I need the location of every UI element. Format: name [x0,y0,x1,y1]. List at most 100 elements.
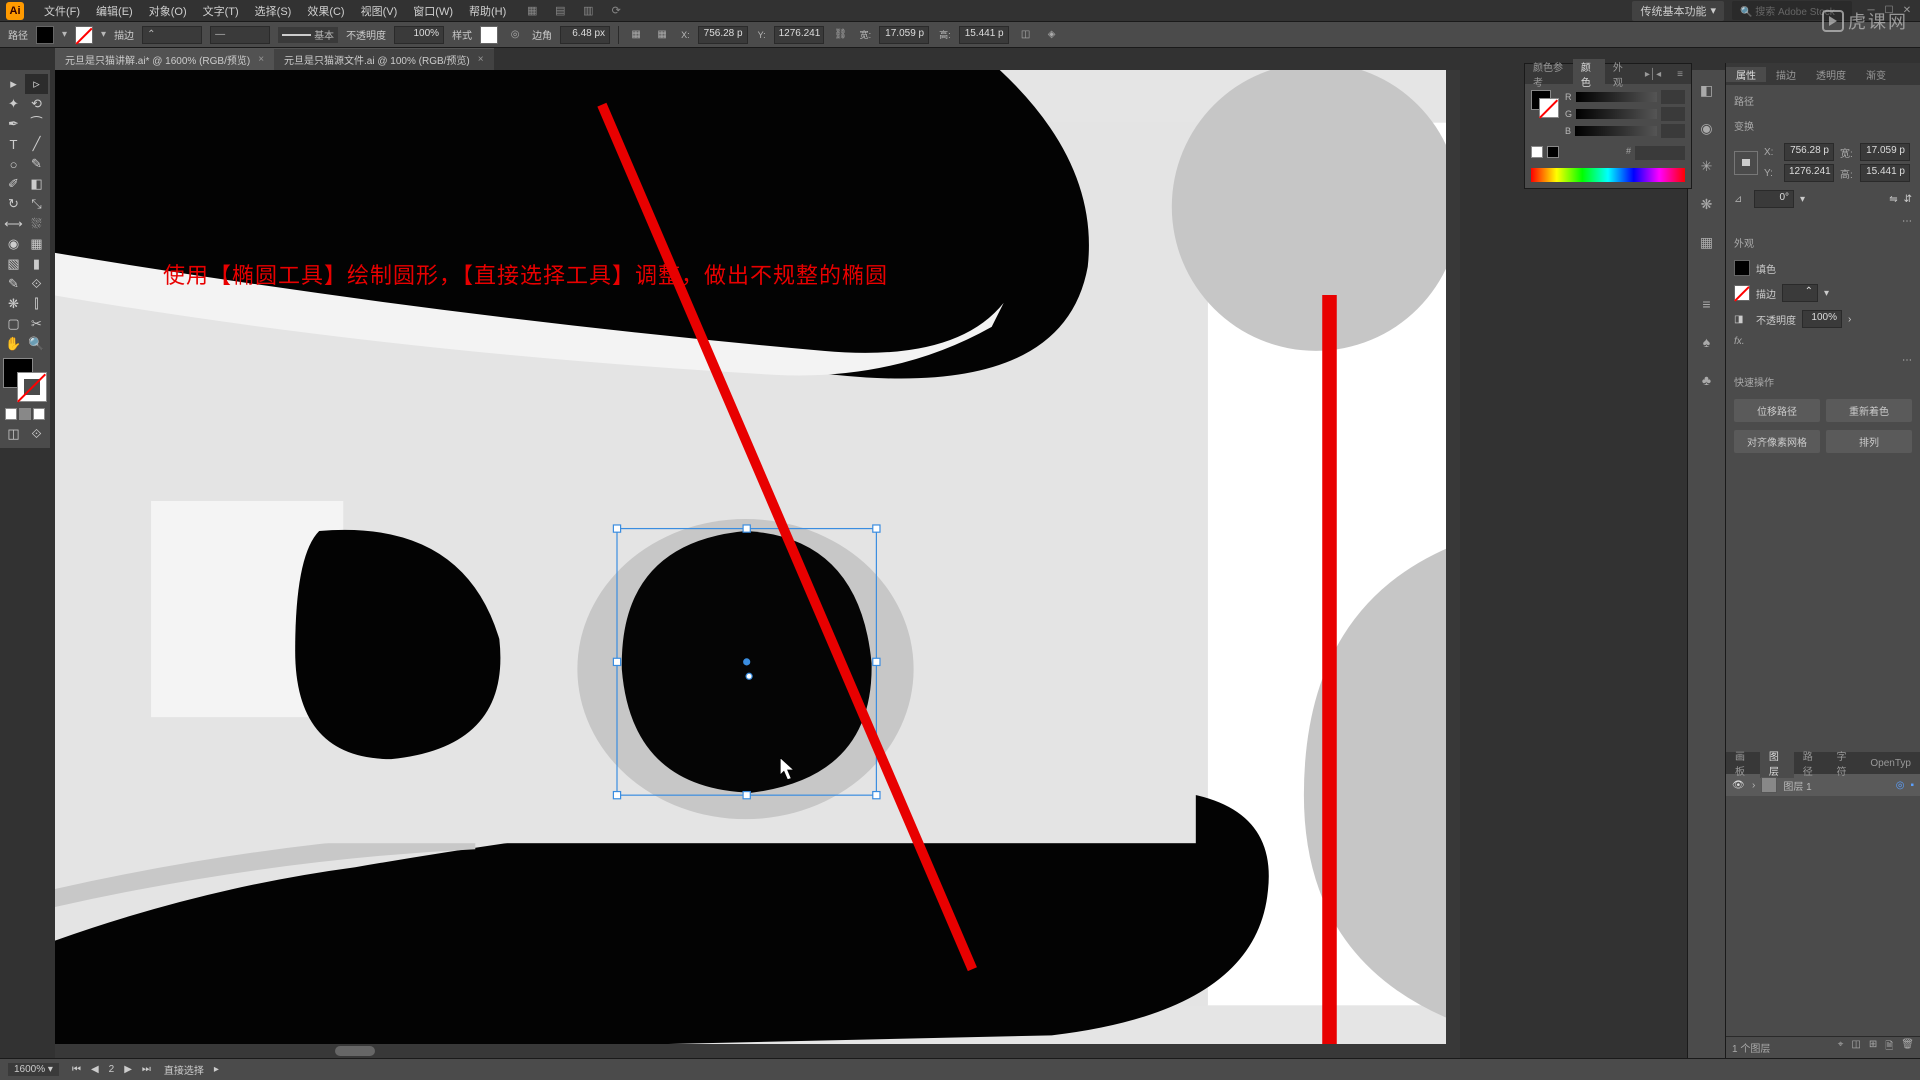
g-slider[interactable] [1576,109,1657,119]
fill-stroke-control[interactable] [3,358,47,402]
canvas-area[interactable]: 使用【椭圆工具】绘制圆形，【直接选择工具】调整，做出不规整的椭圆 [55,70,1460,1058]
screen-mode-icon[interactable]: ◫ [2,424,25,444]
collapse-icon[interactable]: ▸│◂ [1637,69,1669,80]
color-tab[interactable]: 颜色 [1573,59,1605,89]
scrollbar-thumb[interactable] [335,1046,375,1056]
visibility-icon[interactable]: 👁 [1732,780,1746,791]
scale-tool[interactable]: ⤡ [25,194,48,214]
last-icon[interactable]: ⏭ [139,1064,154,1075]
r-slider[interactable] [1576,92,1658,102]
menu-effect[interactable]: 效果(C) [299,3,352,19]
reference-point-picker[interactable] [1734,151,1758,175]
none-mode-icon[interactable] [33,408,45,420]
paths-tab[interactable]: 路径 [1794,748,1828,778]
rotate-tool[interactable]: ↻ [2,194,25,214]
props-tab[interactable]: 属性 [1726,67,1766,82]
first-icon[interactable]: ⏮ [69,1064,84,1075]
g-value[interactable] [1661,107,1685,121]
align-icon[interactable]: ▦ [627,26,645,44]
next-icon[interactable]: ▶ [121,1064,135,1075]
width-tool[interactable]: ⟷ [2,214,25,234]
chevron-right-icon[interactable]: › [1848,314,1851,325]
swatches-icon[interactable]: ▦ [1695,230,1719,254]
shape-builder-tool[interactable]: ◉ [2,234,25,254]
h-field[interactable]: 15.441 p [959,26,1009,44]
brushes-icon[interactable]: ✳ [1695,154,1719,178]
type-tool[interactable]: T [2,134,25,154]
menu-edit[interactable]: 编辑(E) [88,3,141,19]
menu-view[interactable]: 视图(V) [353,3,406,19]
chevron-down-icon[interactable]: ▾ [1800,194,1805,205]
artboard[interactable]: 使用【椭圆工具】绘制圆形，【直接选择工具】调整，做出不规整的椭圆 [55,70,1460,1058]
panel-menu-icon[interactable]: ≡ [1669,69,1691,80]
opacity-field-p[interactable]: 100% [1802,310,1842,328]
artboard-tool[interactable]: ▢ [2,314,25,334]
bridge-icon[interactable]: ▦ [524,3,540,19]
style-swatch[interactable] [480,26,498,44]
libraries-icon[interactable]: ◉ [1695,116,1719,140]
target-icon[interactable]: ◎ [1896,780,1905,791]
v-scrollbar[interactable] [1446,70,1460,1044]
gradient-tool[interactable]: ▮ [25,254,48,274]
draw-mode-icon[interactable]: ⟐ [25,424,48,444]
document-tab-2[interactable]: 元旦是只猫源文件.ai @ 100% (RGB/预览) × [274,48,494,70]
black-swatch-icon[interactable] [1547,146,1559,158]
make-clip-icon[interactable]: ◫ [1851,1039,1860,1056]
gradient-tab[interactable]: 渐变 [1856,67,1896,82]
mesh-tool[interactable]: ▧ [2,254,25,274]
gradient-mode-icon[interactable] [19,408,31,420]
color-guide-tab[interactable]: 颜色参考 [1525,59,1573,89]
chevron-down-icon[interactable]: ▾ [1824,288,1829,299]
h-scrollbar[interactable] [55,1044,1460,1058]
none-swatch-icon[interactable] [1531,146,1543,158]
slice-tool[interactable]: ✂ [25,314,48,334]
align-pixel-button[interactable]: 对齐像素网格 [1734,430,1820,453]
menu-select[interactable]: 选择(S) [247,3,300,19]
prev-icon[interactable]: ◀ [88,1064,102,1075]
fill-swatch[interactable] [36,26,54,44]
x-field[interactable]: 756.28 p [698,26,748,44]
offset-path-button[interactable]: 位移路径 [1734,399,1820,422]
delete-layer-icon[interactable]: 🗑 [1901,1039,1914,1056]
flip-h-icon[interactable]: ⇋ [1889,194,1897,205]
layer-name[interactable]: 图层 1 [1783,778,1811,793]
perspective-grid-tool[interactable]: ▦ [25,234,48,254]
layers-tab[interactable]: 图层 [1760,748,1794,778]
prop-h-field[interactable]: 15.441 p [1860,164,1910,182]
stroke-swatch[interactable] [75,26,93,44]
appearance-tab[interactable]: 外观 [1605,59,1637,89]
shape-mode-icon[interactable]: ◫ [1017,26,1035,44]
hand-tool[interactable]: ✋ [2,334,25,354]
expand-icon[interactable]: › [1752,780,1755,791]
locate-icon[interactable]: ⌖ [1838,1039,1844,1056]
eraser-tool[interactable]: ◧ [25,174,48,194]
club-icon[interactable]: ♣ [1695,368,1719,392]
new-layer-icon[interactable]: 🗎 [1885,1039,1893,1056]
zoom-tool[interactable]: 🔍 [25,334,48,354]
menu-object[interactable]: 对象(O) [141,3,195,19]
status-chevron-icon[interactable]: ▸ [214,1064,219,1075]
free-transform-tool[interactable]: ⛆ [25,214,48,234]
properties-icon[interactable]: ◧ [1695,78,1719,102]
pen-tool[interactable]: ✒ [2,114,25,134]
w-field[interactable]: 17.059 p [879,26,929,44]
stroke-tab[interactable]: 描边 [1766,67,1806,82]
close-tab-icon[interactable]: × [258,54,264,65]
stroke-panel-icon[interactable]: ≡ [1695,292,1719,316]
column-graph-tool[interactable]: ⫿ [25,294,48,314]
brush-style-dropdown[interactable]: 基本 [278,27,338,43]
recolor-button[interactable]: 重新着色 [1826,399,1912,422]
direct-selection-tool[interactable]: ▹ [25,74,48,94]
y-field[interactable]: 1276.241 [774,26,824,44]
arrange-icon[interactable]: ▤ [552,3,568,19]
b-value[interactable] [1661,124,1685,138]
curvature-tool[interactable]: ⁀ [25,114,48,134]
transparency-tab[interactable]: 透明度 [1806,67,1856,82]
b-slider[interactable] [1575,126,1657,136]
prop-y-field[interactable]: 1276.241 [1784,164,1834,182]
selection-tool[interactable]: ▸ [2,74,25,94]
link-wh-icon[interactable]: ⛓ [832,26,850,44]
lasso-tool[interactable]: ⟲ [25,94,48,114]
paintbrush-tool[interactable]: ✎ [25,154,48,174]
workspace-dropdown[interactable]: 传统基本功能▾ [1632,1,1724,21]
